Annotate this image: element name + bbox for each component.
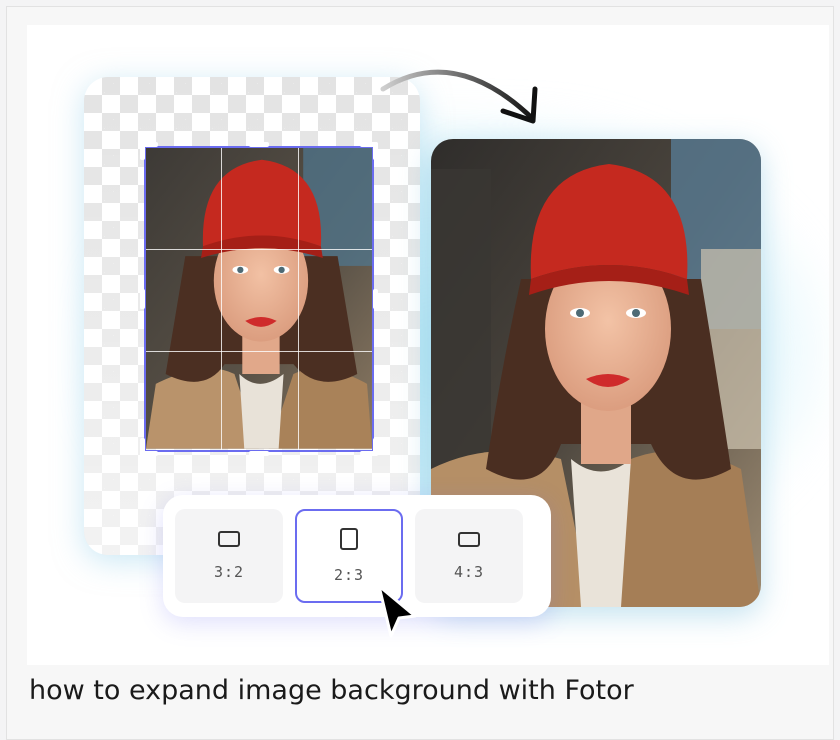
article-figure-card: 3:2 2:3 4:3 how to expand image backgrou…	[6, 6, 834, 740]
ratio-option-3-2[interactable]: 3:2	[175, 509, 283, 603]
portrait-photo	[146, 148, 372, 449]
landscape-rect-icon	[458, 531, 480, 547]
mouse-pointer-icon	[377, 584, 417, 638]
aspect-ratio-selector: 3:2 2:3 4:3	[163, 495, 551, 617]
figure-caption: how to expand image background with Foto…	[29, 675, 634, 706]
crop-handle-bottom-left-v[interactable]	[140, 438, 145, 456]
crop-handle-top-right-v[interactable]	[373, 142, 378, 160]
portrait-rect-icon	[340, 528, 358, 550]
crop-handle-right-mid[interactable]	[373, 289, 378, 309]
crop-handle-top-mid[interactable]	[249, 142, 269, 147]
ratio-option-4-3[interactable]: 4:3	[415, 509, 523, 603]
illustration: 3:2 2:3 4:3	[27, 25, 829, 665]
landscape-rect-icon	[218, 531, 240, 547]
cropped-photo	[144, 146, 374, 452]
ratio-label: 3:2	[213, 563, 245, 581]
ratio-label: 2:3	[333, 566, 365, 584]
crop-handle-top-left-v[interactable]	[140, 142, 145, 160]
ratio-label: 4:3	[453, 562, 485, 581]
curved-arrow-icon	[380, 69, 538, 124]
crop-handle-bottom-mid[interactable]	[249, 451, 269, 456]
crop-handle-left-mid[interactable]	[140, 289, 145, 309]
crop-handle-bottom-right-v[interactable]	[373, 438, 378, 456]
